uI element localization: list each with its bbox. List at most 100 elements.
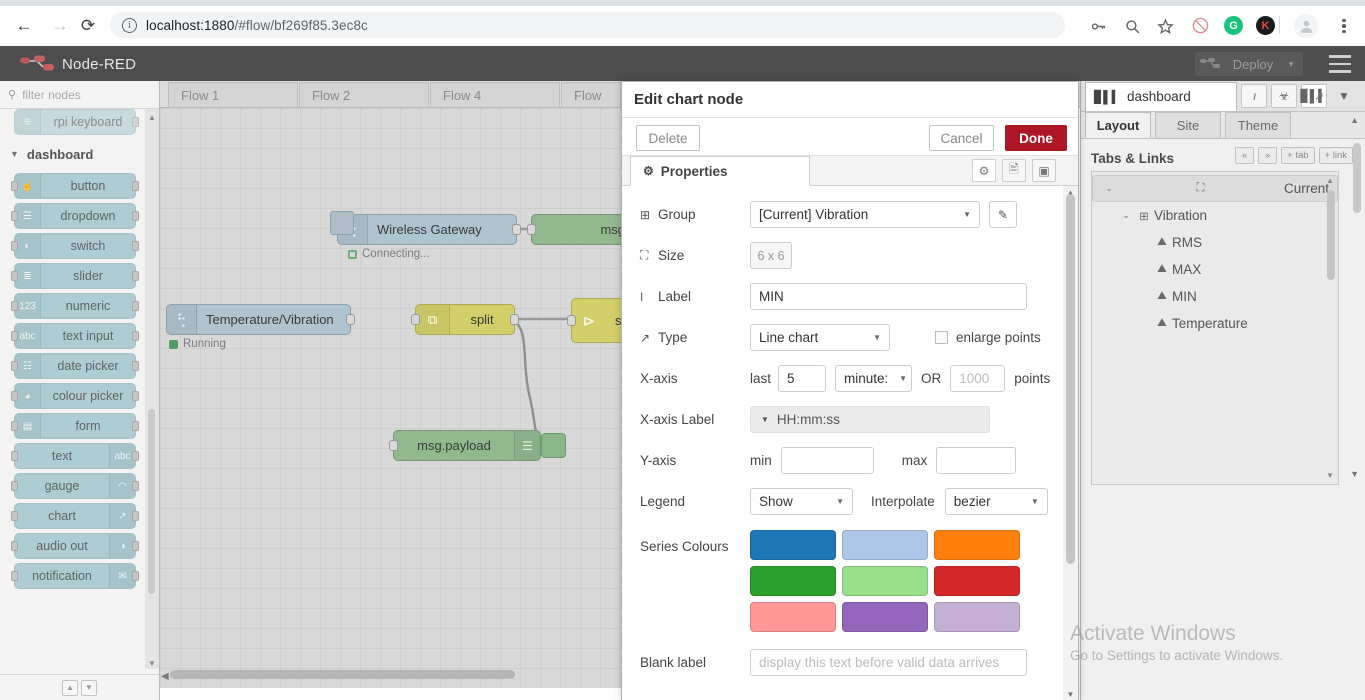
palette-node-gauge[interactable]: gauge◠: [14, 473, 136, 499]
sidebar-tab-dashboard[interactable]: ▊▌▍ dashboard: [1085, 82, 1237, 111]
node-input-port[interactable]: [11, 271, 18, 281]
node-output-port[interactable]: [132, 481, 139, 491]
node-input-port[interactable]: [11, 451, 18, 461]
node-output-port[interactable]: [132, 391, 139, 401]
done-button[interactable]: Done: [1005, 125, 1067, 151]
yaxis-min-input[interactable]: [781, 447, 874, 474]
node-output-port[interactable]: [132, 211, 139, 221]
chevron-down-icon[interactable]: ▾: [1283, 59, 1299, 70]
info-icon[interactable]: 𝚤: [1241, 84, 1267, 108]
node-output-port[interactable]: [132, 181, 139, 191]
browser-menu-button[interactable]: [1334, 14, 1354, 38]
palette-node-form[interactable]: ▤form: [14, 413, 136, 439]
tree-item-vibration[interactable]: ⌄⊞Vibration: [1092, 202, 1338, 229]
key-icon[interactable]: [1086, 14, 1110, 38]
profile-extension-icon[interactable]: K: [1256, 16, 1275, 35]
cancel-button[interactable]: Cancel: [929, 125, 994, 151]
palette-node-colour-picker[interactable]: ◕colour picker: [14, 383, 136, 409]
series-colour-swatch-7[interactable]: [750, 602, 836, 632]
node-output-port[interactable]: [132, 451, 139, 461]
series-colour-swatch-5[interactable]: [842, 566, 928, 596]
palette-node-audio-out[interactable]: audio out◑: [14, 533, 136, 559]
properties-tool-icon[interactable]: ⚙: [972, 159, 996, 182]
palette-node-rpi-keyboard[interactable]: ❊ rpi keyboard: [14, 109, 136, 135]
tree-item-temperature[interactable]: ⛰Temperature: [1092, 310, 1338, 337]
address-bar[interactable]: i localhost:1880/#flow/bf269f85.3ec8c: [110, 12, 1065, 38]
palette-node-switch[interactable]: ◐switch: [14, 233, 136, 259]
node-input-port[interactable]: [11, 541, 18, 551]
tree-item-rms[interactable]: ⛰RMS: [1092, 229, 1338, 256]
deploy-button[interactable]: Deploy ▾: [1195, 52, 1303, 76]
interpolate-select[interactable]: bezier ▼: [945, 488, 1048, 515]
node-output-port[interactable]: [132, 361, 139, 371]
node-output-port[interactable]: [132, 241, 139, 251]
node-input-port[interactable]: [11, 211, 18, 221]
node-input-port[interactable]: [567, 315, 576, 326]
flow-tab-flow-2[interactable]: Flow 2: [299, 82, 429, 107]
forward-button[interactable]: →: [48, 13, 72, 37]
xaxis-unit-select[interactable]: minute: ▼: [835, 365, 912, 392]
node-output-port[interactable]: [132, 301, 139, 311]
palette-node-button[interactable]: ☝button: [14, 173, 136, 199]
delete-button[interactable]: Delete: [636, 125, 700, 151]
zoom-search-icon[interactable]: [1120, 14, 1144, 38]
site-info-icon[interactable]: i: [122, 18, 137, 33]
node-input-port[interactable]: [11, 571, 18, 581]
chevron-down-icon[interactable]: ⌄: [1101, 183, 1117, 194]
description-tool-icon[interactable]: 🖹: [1002, 159, 1026, 182]
main-menu-button[interactable]: [1329, 55, 1351, 73]
palette-node-text[interactable]: textabc: [14, 443, 136, 469]
enlarge-points-checkbox[interactable]: enlarge points: [935, 330, 1041, 345]
edit-group-button[interactable]: ✎: [989, 201, 1017, 228]
dialog-scroll-down-icon[interactable]: ▼: [1064, 688, 1077, 700]
tree-item-min[interactable]: ⛰MIN: [1092, 283, 1338, 310]
checkbox-box[interactable]: [935, 331, 948, 344]
sidebar-scrollbar-thumb[interactable]: [1353, 143, 1361, 213]
yaxis-max-input[interactable]: [936, 447, 1016, 474]
node-input-port[interactable]: [389, 440, 398, 451]
node-input-port[interactable]: [11, 511, 18, 521]
dialog-scrollbar-track[interactable]: ▲ ▼: [1063, 186, 1078, 700]
node-input-port[interactable]: [11, 301, 18, 311]
open-dashboard-icon[interactable]: ↗: [1309, 87, 1329, 105]
flow-tab-flow-1[interactable]: Flow 1: [168, 82, 298, 107]
node-output-port[interactable]: [132, 271, 139, 281]
reload-button[interactable]: ⟳: [76, 13, 100, 37]
tree-item-current[interactable]: ⌄⛶Current: [1092, 175, 1338, 202]
avatar[interactable]: [1294, 14, 1318, 38]
node-output-port[interactable]: [132, 421, 139, 431]
back-button[interactable]: ←: [12, 13, 36, 37]
tree-scrollbar-thumb[interactable]: [1327, 190, 1335, 280]
palette-scrollbar-thumb[interactable]: [148, 409, 155, 594]
bookmark-star-icon[interactable]: [1153, 14, 1177, 38]
dialog-scrollbar-thumb[interactable]: [1066, 194, 1075, 564]
series-colour-swatch-3[interactable]: [934, 530, 1020, 560]
grammarly-extension-icon[interactable]: G: [1224, 16, 1243, 35]
node-output-port[interactable]: [510, 314, 519, 325]
add-tab-button[interactable]: + tab: [1281, 147, 1314, 164]
size-button[interactable]: 6 x 6: [750, 242, 792, 269]
sidebar-subtab-theme[interactable]: Theme: [1225, 112, 1291, 138]
node-input-port[interactable]: [411, 314, 420, 325]
sidebar-subtab-site[interactable]: Site: [1155, 112, 1221, 138]
tree-item-max[interactable]: ⛰MAX: [1092, 256, 1338, 283]
node-split[interactable]: ⧉ split: [415, 304, 515, 335]
xaxis-points-input[interactable]: 1000: [950, 365, 1005, 392]
debug-toggle-button[interactable]: [541, 433, 566, 458]
node-input-port[interactable]: [11, 421, 18, 431]
palette-node-notification[interactable]: notification✉: [14, 563, 136, 589]
xaxis-last-input[interactable]: 5: [778, 365, 826, 392]
node-input-port[interactable]: [11, 391, 18, 401]
node-input-port[interactable]: [527, 224, 536, 235]
label-input[interactable]: MIN: [750, 283, 1027, 310]
node-output-port[interactable]: [132, 117, 139, 127]
xaxis-label-select[interactable]: ▼ HH:mm:ss: [750, 406, 990, 433]
tab-properties[interactable]: ⚙ Properties: [630, 156, 810, 186]
node-temperature-vibration[interactable]: ⢓ Temperature/Vibration Running: [166, 304, 351, 335]
node-wireless-gateway[interactable]: ⢓ Wireless Gateway Connecting...: [337, 214, 517, 245]
sidebar-scroll-up-icon[interactable]: ▲: [1350, 115, 1359, 125]
type-select[interactable]: Line chart ▼: [750, 324, 890, 351]
series-colour-swatch-4[interactable]: [750, 566, 836, 596]
canvas-scroll-left-icon[interactable]: ◀: [161, 671, 169, 682]
group-select[interactable]: [Current] Vibration ▼: [750, 201, 980, 228]
